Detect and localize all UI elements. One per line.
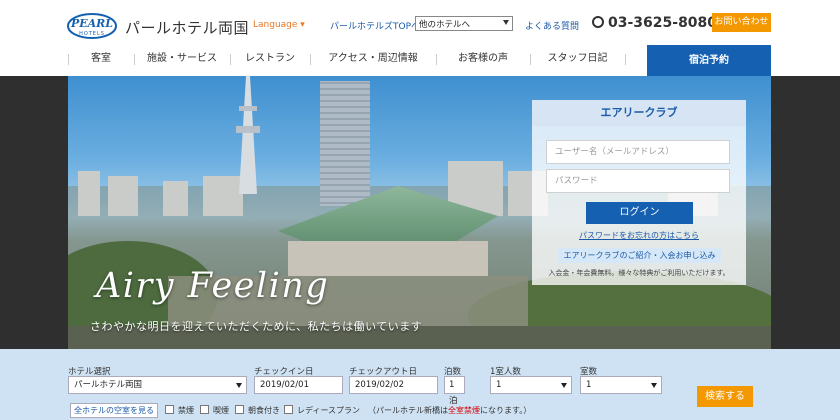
smoking-label: 喫煙 — [213, 406, 229, 415]
other-hotel-select[interactable]: 他のホテルへ — [415, 16, 513, 31]
hero-banner: Airy Feeling さわやかな明日を迎えていただくために、私たちは働いてい… — [68, 76, 771, 349]
checkbox-icon — [165, 405, 174, 414]
phone-number: 03-3625-8080 — [592, 15, 717, 31]
nights-input[interactable]: 1泊 — [444, 376, 465, 406]
forgot-password-link[interactable]: パスワードをお忘れの方はこちら — [532, 230, 746, 241]
chevron-down-icon — [236, 383, 242, 388]
svg-text:HOTELS: HOTELS — [79, 31, 105, 37]
club-signup-button[interactable]: エアリークラブのご紹介・入会お申し込み — [558, 248, 721, 263]
nav-item-facilities[interactable]: 施設・サービス — [134, 45, 230, 72]
nav-item-staff-diary[interactable]: スタッフ日記 — [530, 45, 625, 72]
other-hotel-select-value: 他のホテルへ — [419, 20, 471, 30]
search-button[interactable]: 検索する — [697, 386, 753, 407]
checkbox-icon — [200, 405, 209, 414]
hotel-select-value: パールホテル両国 — [74, 380, 143, 390]
nav-item-reviews[interactable]: お客様の声 — [436, 45, 530, 72]
guests-select[interactable]: 1 — [490, 376, 572, 394]
ladies-note-pre: （パールホテル新橋は — [368, 406, 448, 415]
contact-button[interactable]: お問い合わせ — [712, 13, 771, 32]
chevron-down-icon — [651, 383, 657, 388]
hero-side-left — [0, 76, 68, 349]
hero-side-right — [771, 76, 840, 349]
rooms-select-value: 1 — [586, 380, 592, 390]
nav-item-restaurant[interactable]: レストラン — [230, 45, 310, 72]
chevron-down-icon — [503, 20, 509, 25]
hotel-select[interactable]: パールホテル両国 — [68, 376, 247, 394]
all-hotels-vacancy-button[interactable]: 全ホテルの空室を見る — [70, 403, 158, 418]
pearl-hotels-top-link[interactable]: パールホテルズTOPへ — [330, 19, 420, 32]
password-input[interactable]: パスワード — [546, 169, 730, 193]
ladies-note-emphasis: 全室禁煙 — [448, 406, 480, 415]
reserve-button[interactable]: 宿泊予約 — [647, 45, 771, 76]
login-panel-title: エアリークラブ — [532, 100, 746, 126]
chevron-down-icon — [561, 383, 567, 388]
airy-club-login-panel: エアリークラブ ユーザー名（メールアドレス） パスワード ログイン パスワードを… — [532, 100, 746, 285]
nav-item-rooms[interactable]: 客室 — [68, 45, 134, 72]
rooms-select[interactable]: 1 — [580, 376, 662, 394]
club-note: 入会金・年会費無料。様々な特典がご利用いただけます。 — [548, 269, 730, 277]
nav-divider — [625, 54, 626, 65]
hero-tagline: Airy Feeling — [96, 266, 330, 306]
pearl-logo-icon[interactable]: PEARL HOTELS — [66, 12, 118, 40]
checkout-input[interactable]: 2019/02/02 — [349, 376, 438, 394]
nav-item-access[interactable]: アクセス・周辺情報 — [310, 45, 436, 72]
non-smoking-label: 禁煙 — [178, 406, 194, 415]
phone-icon — [592, 16, 604, 28]
ladies-plan-label: レディースプラン — [297, 406, 361, 415]
checkbox-icon — [284, 405, 293, 414]
ladies-note-post: になります。） — [480, 406, 532, 415]
ladies-plan-checkbox[interactable]: レディースプラン — [284, 405, 360, 416]
site-header: PEARL HOTELS パールホテル両国 Language ▾ パールホテルズ… — [0, 0, 840, 76]
checkin-input[interactable]: 2019/02/01 — [254, 376, 343, 394]
breakfast-label: 朝食付き — [248, 406, 280, 415]
username-input[interactable]: ユーザー名（メールアドレス） — [546, 140, 730, 164]
smoking-checkbox[interactable]: 喫煙 — [200, 405, 229, 416]
language-menu[interactable]: Language ▾ — [253, 20, 305, 30]
main-nav: 客室 施設・サービス レストラン アクセス・周辺情報 お客様の声 スタッフ日記 … — [68, 45, 771, 76]
faq-link[interactable]: よくある質問 — [525, 19, 579, 32]
hero-subtagline: さわやかな明日を迎えていただくために、私たちは働いています — [90, 320, 423, 333]
ladies-plan-note: （パールホテル新橋は全室禁煙になります。） — [368, 405, 531, 416]
booking-search-bar: ホテル選択 パールホテル両国 チェックイン日 2019/02/01 チェックアウ… — [0, 349, 840, 420]
non-smoking-checkbox[interactable]: 禁煙 — [165, 405, 194, 416]
login-button[interactable]: ログイン — [586, 202, 693, 224]
checkbox-icon — [235, 405, 244, 414]
phone-number-text: 03-3625-8080 — [608, 15, 718, 31]
page: PEARL HOTELS パールホテル両国 Language ▾ パールホテルズ… — [0, 0, 840, 420]
breakfast-checkbox[interactable]: 朝食付き — [235, 405, 280, 416]
hotel-name-logo[interactable]: パールホテル両国 — [125, 17, 249, 38]
svg-text:PEARL: PEARL — [70, 17, 113, 30]
guests-select-value: 1 — [496, 380, 502, 390]
